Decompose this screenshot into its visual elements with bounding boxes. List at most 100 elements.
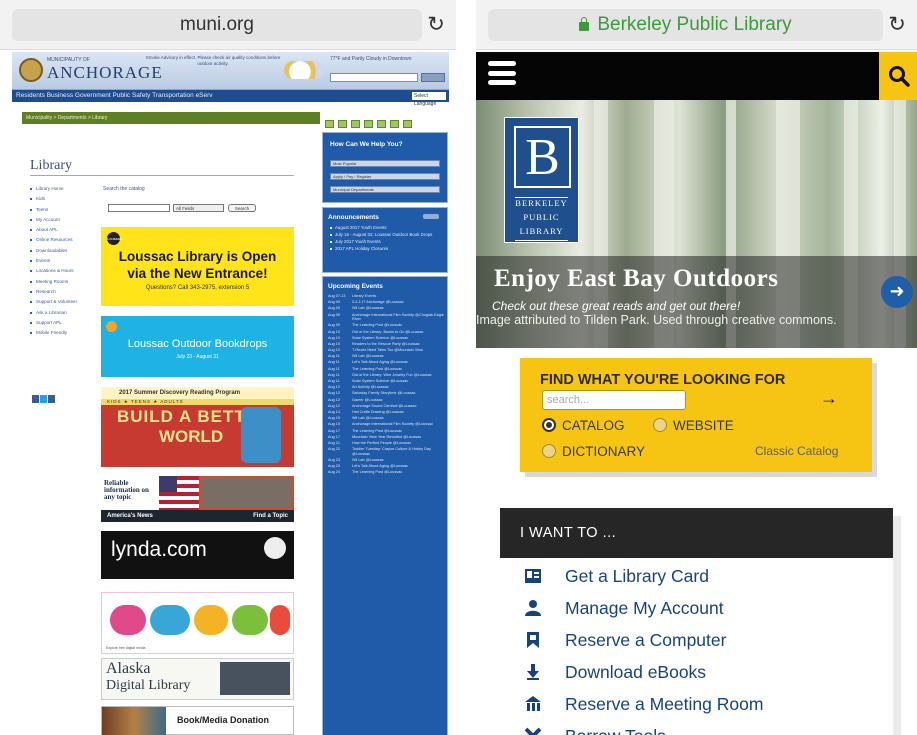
announcement-item[interactable]: July 15 - August 31: Loussac Outdoor Boo… <box>330 231 445 238</box>
radio-catalog[interactable]: CATALOG <box>542 418 625 433</box>
event-row[interactable]: Aug 12 Gamer @Loussac <box>328 398 446 403</box>
event-row[interactable]: Aug 10 Readers to the Rescue Party @Louss… <box>328 342 446 347</box>
event-row[interactable]: Aug 23 Let's Talk About Aging @Loussac <box>328 464 446 469</box>
muni-search-input[interactable] <box>330 73 418 82</box>
event-row[interactable]: Aug 10 T-Rexes Need Tales Too @Mountain V… <box>328 348 446 353</box>
berkeley-library-logo[interactable]: B BERKELEY PUBLIC LIBRARY <box>504 117 579 243</box>
sidebar-link[interactable]: Teens <box>30 205 100 215</box>
event-row[interactable]: Aug 12 Saturday Family Storytime @Loussac <box>328 391 446 396</box>
email-icon[interactable] <box>338 120 347 128</box>
event-row[interactable]: Aug 09 Anchorage International Film Socie… <box>328 313 446 322</box>
event-row[interactable]: Aug 11 Wii Lab @Loussac <box>328 354 446 359</box>
catalog-search-button[interactable]: Search <box>228 204 256 212</box>
want-item-reserve-computer[interactable]: Reserve a Computer <box>524 627 884 653</box>
reload-icon[interactable]: ↻ <box>424 11 448 39</box>
sidebar-link[interactable]: Mobile Friendly <box>30 328 100 338</box>
event-row[interactable]: Aug 11 Out of the Library: Wire Jewelry F… <box>328 373 446 378</box>
event-row[interactable]: Aug 24 The Learning Post @Loussac <box>328 470 446 475</box>
want-item-library-card[interactable]: Get a Library Card <box>524 563 884 589</box>
facebook-icon[interactable] <box>32 395 39 403</box>
print-icon[interactable] <box>351 120 360 128</box>
alaska-digital-library-banner[interactable]: Alaska Digital Library <box>101 658 294 700</box>
sidebar-link[interactable]: Kids <box>30 194 100 204</box>
want-item-download-ebooks[interactable]: Download eBooks <box>524 659 884 685</box>
event-row[interactable]: Aug 22 Toddler Tuesday: Crayon Culture & … <box>328 447 446 456</box>
announcement-item[interactable]: 2017 APL Holiday Closures <box>330 245 445 252</box>
event-row[interactable]: Aug 09 The Learning Post @Loussac <box>328 323 446 328</box>
breadcrumb[interactable]: Municipality > Departments > Library <box>22 112 320 124</box>
twitter-icon[interactable] <box>40 395 47 403</box>
search-button[interactable] <box>879 52 917 100</box>
event-row[interactable]: Aug 17 Mountain View Year Revisited @Lous… <box>328 435 446 440</box>
event-row[interactable]: Aug 17 The Learning Post @Loussac <box>328 429 446 434</box>
summer-reading-banner[interactable]: 2017 Summer Discovery Reading Program KI… <box>101 387 294 467</box>
help-select-popular[interactable]: Most Popular <box>330 160 440 167</box>
sidebar-link[interactable]: Meeting Rooms <box>30 277 100 287</box>
sidebar-link[interactable]: Library Home <box>30 184 100 194</box>
left-url-field[interactable]: muni.org <box>12 9 422 41</box>
want-item-manage-account[interactable]: Manage My Account <box>524 595 884 621</box>
sidebar-link[interactable]: Online Resources <box>30 235 100 245</box>
find-go-arrow-icon[interactable]: → <box>820 388 838 409</box>
event-row[interactable]: Aug 10 Solar System Science @Loussac <box>328 336 446 341</box>
radio-dictionary[interactable]: DICTIONARY <box>542 444 645 459</box>
announcement-item[interactable]: August 2017 Youth Events <box>330 224 445 231</box>
catalog-search-input[interactable] <box>108 204 170 212</box>
sidebar-link[interactable]: Events <box>30 256 100 266</box>
radio-website[interactable]: WEBSITE <box>653 418 734 433</box>
event-row[interactable]: Aug 09 3-2-1-IT Anchorage @Loussac <box>328 300 446 305</box>
announcement-item[interactable]: July 2017 Youth Events <box>330 238 445 245</box>
sidebar-link[interactable]: Support APL <box>30 318 100 328</box>
bookdrops-banner[interactable]: Loussac Outdoor Bookdrops July 23 - Augu… <box>101 316 294 377</box>
loussac-open-banner[interactable]: Loussac Loussac Library is Open via the … <box>101 227 294 306</box>
text-size-icon[interactable] <box>364 120 373 128</box>
event-row[interactable]: Aug 15 Wii Lab @Loussac <box>328 416 446 421</box>
language-select[interactable]: Select Language <box>412 92 446 107</box>
reload-icon[interactable]: ↻ <box>885 11 909 39</box>
bookmark-icon[interactable] <box>403 120 412 128</box>
catalog-field-select[interactable]: All Fields <box>173 204 224 212</box>
event-row[interactable]: Aug 15 Anchorage International Film Socie… <box>328 422 446 427</box>
muni-search-button[interactable] <box>421 73 445 82</box>
sidebar-link[interactable]: Research <box>30 287 100 297</box>
find-search-input[interactable]: search... <box>542 390 686 410</box>
sidebar-link[interactable]: Locations & Hours <box>30 266 100 276</box>
hamburger-menu-icon[interactable] <box>488 61 516 91</box>
social-icon[interactable] <box>48 395 55 403</box>
event-row[interactable]: Aug 23 Wii Lab @Loussac <box>328 458 446 463</box>
event-row[interactable]: Aug 11 Let's Talk About Aging @Loussac <box>328 360 446 365</box>
americas-news-banner[interactable]: Reliable information on any topic Americ… <box>101 476 294 522</box>
next-slide-arrow-icon[interactable]: ➜ <box>881 276 913 308</box>
noodle-banner[interactable]: Explore free digital media <box>101 592 294 654</box>
want-item-meeting-room[interactable]: Reserve a Meeting Room <box>524 691 884 717</box>
event-row[interactable]: Aug 21 How the Perfect People @Loussac <box>328 441 446 446</box>
sidebar-link[interactable]: About APL <box>30 225 100 235</box>
event-row[interactable]: Aug 07-13 Library Events <box>328 294 446 299</box>
rss-icon[interactable] <box>325 120 334 128</box>
event-row[interactable]: Aug 14 Hall Crafts Drawing @Loussac <box>328 410 446 415</box>
right-url-field[interactable]: Berkeley Public Library <box>488 9 883 41</box>
classic-catalog-link[interactable]: Classic Catalog <box>755 444 838 458</box>
share-icon[interactable] <box>377 120 386 128</box>
event-row[interactable]: Aug 11 The Learning Post @Loussac <box>328 367 446 372</box>
event-row[interactable]: Aug 12 Anchorage Sound Carnival @Loussac <box>328 404 446 409</box>
help-icon[interactable] <box>390 120 399 128</box>
anchorage-seal-icon[interactable] <box>19 58 43 82</box>
announcements-more-button[interactable] <box>423 214 439 219</box>
want-item-borrow-tools[interactable]: Borrow Tools <box>524 723 884 735</box>
donation-banner[interactable]: Book/Media Donation <box>101 706 294 735</box>
help-select-departments[interactable]: Municipal Departments <box>330 186 440 193</box>
event-row[interactable]: Aug 11 Solar System Science @Loussac <box>328 379 446 384</box>
muni-nav[interactable]: Residents Business Government Public Saf… <box>12 90 449 102</box>
muni-logo[interactable]: ANCHORAGE <box>47 63 163 83</box>
event-row[interactable]: Aug 09 Wii Lab @Loussac <box>328 306 446 311</box>
sidebar-link[interactable]: Downloadables <box>30 246 100 256</box>
help-select-apply[interactable]: Apply / Pay / Register <box>330 173 440 180</box>
event-row[interactable]: Aug 12 Art Activity @Loussac <box>328 385 446 390</box>
sidebar-link[interactable]: Ask a Librarian <box>30 308 100 318</box>
hero-title[interactable]: Enjoy East Bay Outdoors <box>494 265 778 293</box>
event-row[interactable]: Aug 10 Out of the Library: Books to Go @L… <box>328 330 446 335</box>
sidebar-link[interactable]: My Account <box>30 215 100 225</box>
sidebar-link[interactable]: Support & Volunteer <box>30 297 100 307</box>
lynda-banner[interactable]: lynda.com <box>101 531 294 579</box>
